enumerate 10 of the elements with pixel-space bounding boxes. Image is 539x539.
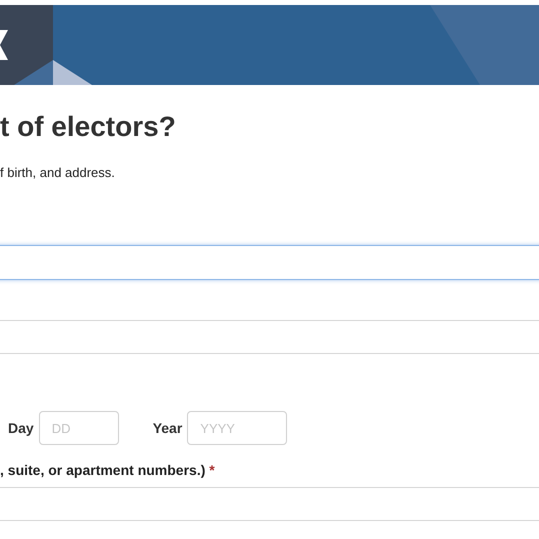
text-field[interactable]	[0, 320, 539, 354]
text-field[interactable]	[0, 245, 539, 280]
field-label: Year	[152, 420, 182, 436]
date-field[interactable]: DD	[38, 411, 119, 445]
text-field[interactable]	[0, 487, 539, 521]
page-heading: t of electors?	[0, 110, 177, 144]
field-label: Day	[8, 420, 34, 436]
field-label: , suite, or apartment numbers.) *	[0, 462, 216, 478]
intro-text: f birth, and address.	[0, 165, 116, 181]
date-field[interactable]: YYYY	[187, 411, 288, 445]
